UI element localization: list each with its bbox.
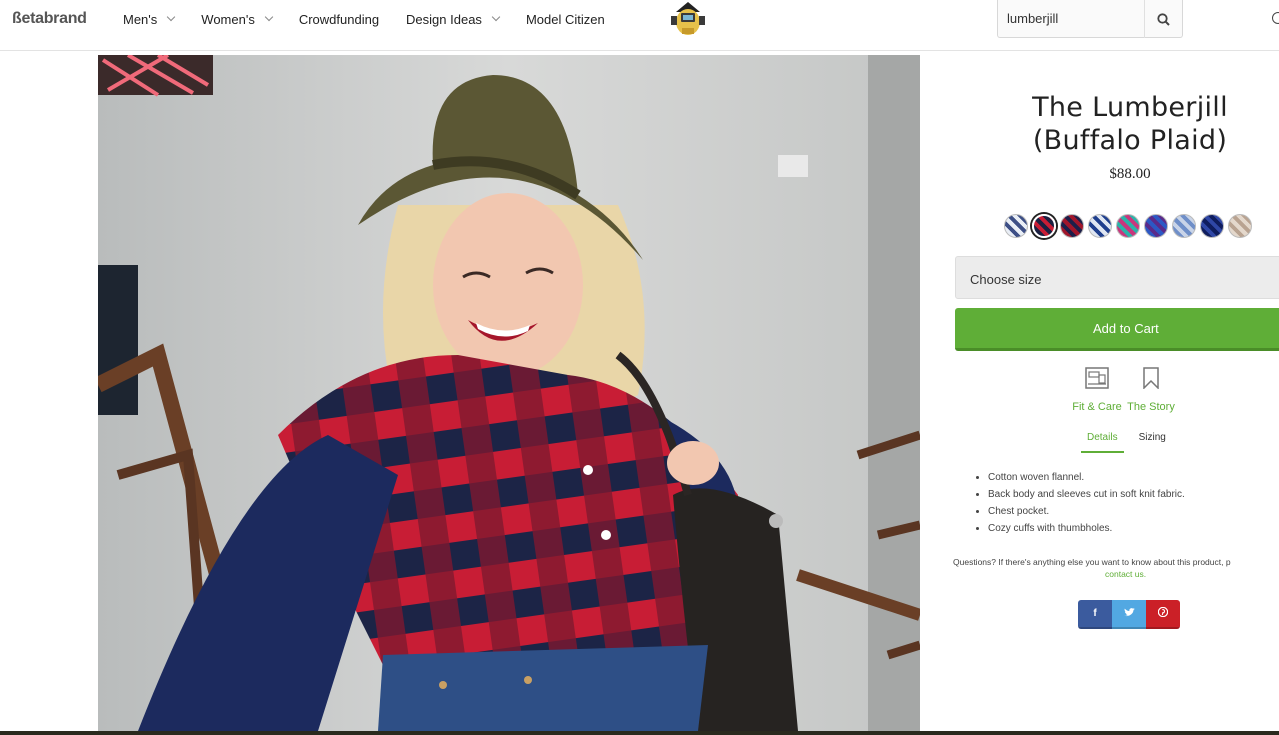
product-panel: The Lumberjill (Buffalo Plaid) $88.00 Ch… — [950, 55, 1279, 731]
color-swatch[interactable] — [1200, 214, 1224, 238]
list-item: Back body and sleeves cut in soft knit f… — [988, 486, 1185, 503]
size-select[interactable]: Choose size — [955, 256, 1279, 299]
social-share: f — [1078, 600, 1180, 629]
chevron-down-icon — [264, 12, 274, 22]
model-wearing-shirt-image — [98, 55, 920, 731]
nav-item-mens[interactable]: Men's — [123, 11, 176, 27]
account-icon[interactable] — [1272, 12, 1279, 24]
twitter-icon — [1123, 607, 1135, 620]
tab-details[interactable]: Details — [1081, 432, 1124, 453]
chevron-down-icon — [491, 12, 501, 22]
search-icon — [1157, 12, 1170, 26]
color-swatch[interactable] — [1060, 214, 1084, 238]
color-swatch[interactable] — [1116, 214, 1140, 238]
nav-item-model-citizen[interactable]: Model Citizen — [526, 11, 605, 27]
color-swatch[interactable] — [1228, 214, 1252, 238]
contact-us-link[interactable]: contact us. — [1105, 569, 1146, 579]
sewing-machine-icon — [1085, 367, 1109, 389]
facebook-icon: f — [1093, 608, 1097, 619]
chevron-down-icon — [167, 12, 176, 22]
bottom-strip — [0, 731, 1279, 735]
product-title: The Lumberjill (Buffalo Plaid) — [1032, 92, 1228, 156]
nav-label: Men's — [123, 11, 158, 27]
list-item: Chest pocket. — [988, 503, 1185, 520]
search-button[interactable] — [1144, 0, 1182, 38]
add-to-cart-button[interactable]: Add to Cart — [955, 308, 1279, 351]
list-item: Cotton woven flannel. — [988, 469, 1185, 486]
betabrand-logo[interactable]: ßetabrand — [12, 10, 87, 28]
the-story-link[interactable]: The Story — [1114, 367, 1188, 413]
color-swatches — [1004, 214, 1256, 238]
twitter-share-button[interactable] — [1112, 600, 1146, 629]
color-swatch[interactable] — [1032, 214, 1056, 238]
info-links: Fit & Care The Story — [1060, 367, 1198, 413]
nav-label: Crowdfunding — [298, 11, 380, 27]
nav-item-womens[interactable]: Women's — [201, 11, 274, 27]
color-swatch[interactable] — [1004, 214, 1028, 238]
nav-item-design-ideas[interactable]: Design Ideas — [406, 11, 501, 27]
tab-sizing[interactable]: Sizing — [1133, 432, 1172, 453]
bookmark-icon — [1143, 367, 1159, 389]
nav-label: Design Ideas — [406, 11, 482, 27]
mascot-icon[interactable] — [667, 0, 709, 38]
search-input[interactable] — [1007, 11, 1147, 26]
color-swatch[interactable] — [1088, 214, 1112, 238]
nav-label: Model Citizen — [525, 11, 605, 27]
main-nav: Men's Women's Crowdfunding Design Ideas … — [123, 11, 632, 27]
search-box — [997, 0, 1183, 38]
color-swatch[interactable] — [1172, 214, 1196, 238]
feature-list: Cotton woven flannel. Back body and slee… — [988, 469, 1185, 537]
list-item: Cozy cuffs with thumbholes. — [988, 520, 1185, 537]
product-tabs: Details Sizing — [1081, 432, 1181, 453]
pinterest-icon — [1157, 606, 1169, 620]
color-swatch[interactable] — [1144, 214, 1168, 238]
questions-text: Questions? If there's anything else you … — [953, 557, 1231, 567]
product-photo[interactable] — [98, 55, 920, 731]
nav-item-crowdfunding[interactable]: Crowdfunding — [299, 11, 379, 27]
pinterest-share-button[interactable] — [1146, 600, 1180, 629]
the-story-label: The Story — [1127, 401, 1175, 413]
nav-label: Women's — [201, 11, 255, 27]
product-price: $88.00 — [1109, 166, 1151, 182]
facebook-share-button[interactable]: f — [1078, 600, 1112, 629]
site-header: ßetabrand Men's Women's Crowdfunding Des… — [0, 0, 1279, 51]
